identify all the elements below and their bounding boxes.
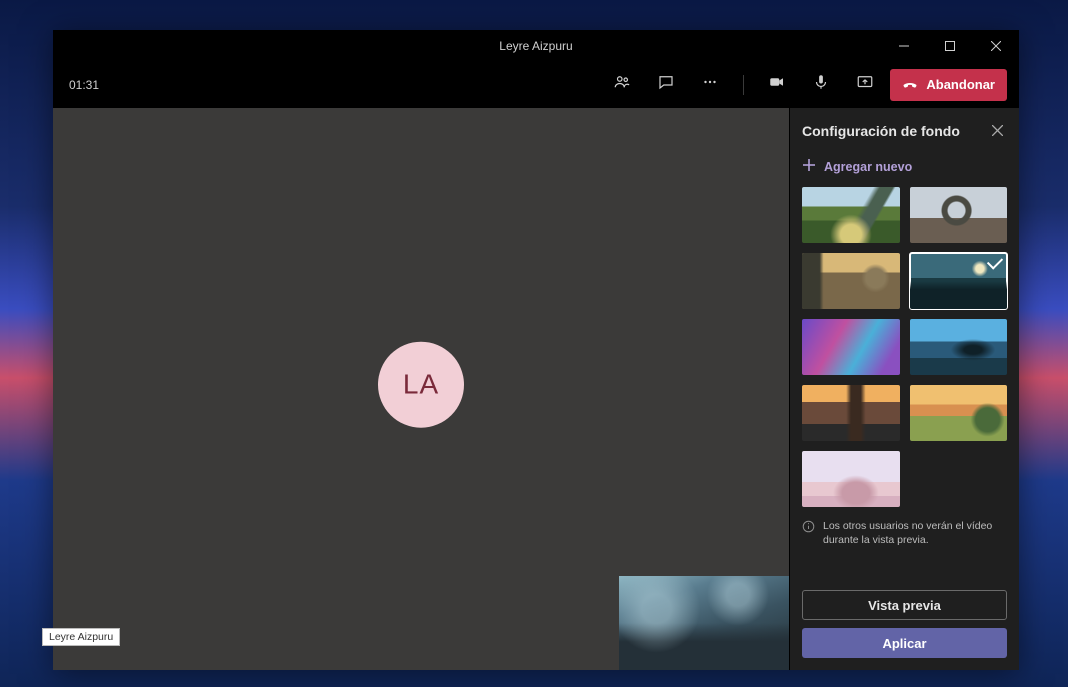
apply-button[interactable]: Aplicar [802, 628, 1007, 658]
plus-icon [802, 158, 816, 175]
mic-button[interactable] [804, 68, 838, 102]
panel-title: Configuración de fondo [802, 123, 960, 139]
background-settings-panel: Configuración de fondo Agregar nuevo [789, 108, 1019, 670]
hangup-icon [902, 75, 918, 94]
toolbar-icons [605, 68, 882, 102]
share-screen-icon [856, 73, 874, 96]
background-option[interactable] [910, 253, 1008, 309]
titlebar: Leyre Aizpuru [53, 30, 1019, 62]
mic-icon [812, 73, 830, 96]
close-icon [992, 123, 1003, 139]
chat-icon [657, 73, 675, 96]
call-toolbar: 01:31 [53, 62, 1019, 108]
participant-name-tooltip: Leyre Aizpuru [42, 628, 120, 646]
people-icon [613, 73, 631, 96]
avatar-initials: LA [403, 369, 439, 401]
toolbar-separator [743, 75, 744, 95]
info-icon [802, 519, 815, 547]
preview-info-text: Los otros usuarios no verán el vídeo dur… [823, 519, 1007, 547]
leave-call-label: Abandonar [926, 77, 995, 92]
share-screen-button[interactable] [848, 68, 882, 102]
background-option[interactable] [910, 319, 1008, 375]
close-panel-button[interactable] [987, 121, 1007, 141]
more-icon [701, 73, 719, 96]
add-new-label: Agregar nuevo [824, 160, 912, 174]
maximize-button[interactable] [927, 30, 973, 62]
background-option[interactable] [802, 253, 900, 309]
background-option[interactable] [802, 451, 900, 507]
camera-button[interactable] [760, 68, 794, 102]
leave-call-button[interactable]: Abandonar [890, 69, 1007, 101]
call-duration: 01:31 [69, 78, 99, 92]
preview-button-label: Vista previa [868, 598, 941, 613]
participant-avatar: LA [378, 342, 464, 428]
background-option[interactable] [802, 187, 900, 243]
preview-info-row: Los otros usuarios no verán el vídeo dur… [802, 507, 1007, 557]
background-option[interactable] [802, 319, 900, 375]
video-stage: LA [53, 108, 789, 670]
people-button[interactable] [605, 68, 639, 102]
add-new-background-button[interactable]: Agregar nuevo [802, 154, 1007, 187]
minimize-button[interactable] [881, 30, 927, 62]
panel-footer: Vista previa Aplicar [790, 586, 1019, 670]
camera-icon [768, 73, 786, 96]
background-grid [802, 187, 1007, 507]
self-preview-thumbnail[interactable] [619, 576, 789, 670]
window-title: Leyre Aizpuru [499, 39, 572, 53]
preview-button[interactable]: Vista previa [802, 590, 1007, 620]
background-option[interactable] [802, 385, 900, 441]
window-controls [881, 30, 1019, 62]
panel-header: Configuración de fondo [790, 108, 1019, 154]
apply-button-label: Aplicar [882, 636, 926, 651]
panel-body[interactable]: Agregar nuevo Los otros usuarios no verá… [790, 154, 1019, 586]
close-button[interactable] [973, 30, 1019, 62]
background-option[interactable] [910, 385, 1008, 441]
body-area: LA Configuración de fondo Agregar [53, 108, 1019, 670]
chat-button[interactable] [649, 68, 683, 102]
background-option[interactable] [910, 187, 1008, 243]
app-window: Leyre Aizpuru 01:31 [53, 30, 1019, 670]
tooltip-text: Leyre Aizpuru [49, 631, 113, 643]
more-actions-button[interactable] [693, 68, 727, 102]
